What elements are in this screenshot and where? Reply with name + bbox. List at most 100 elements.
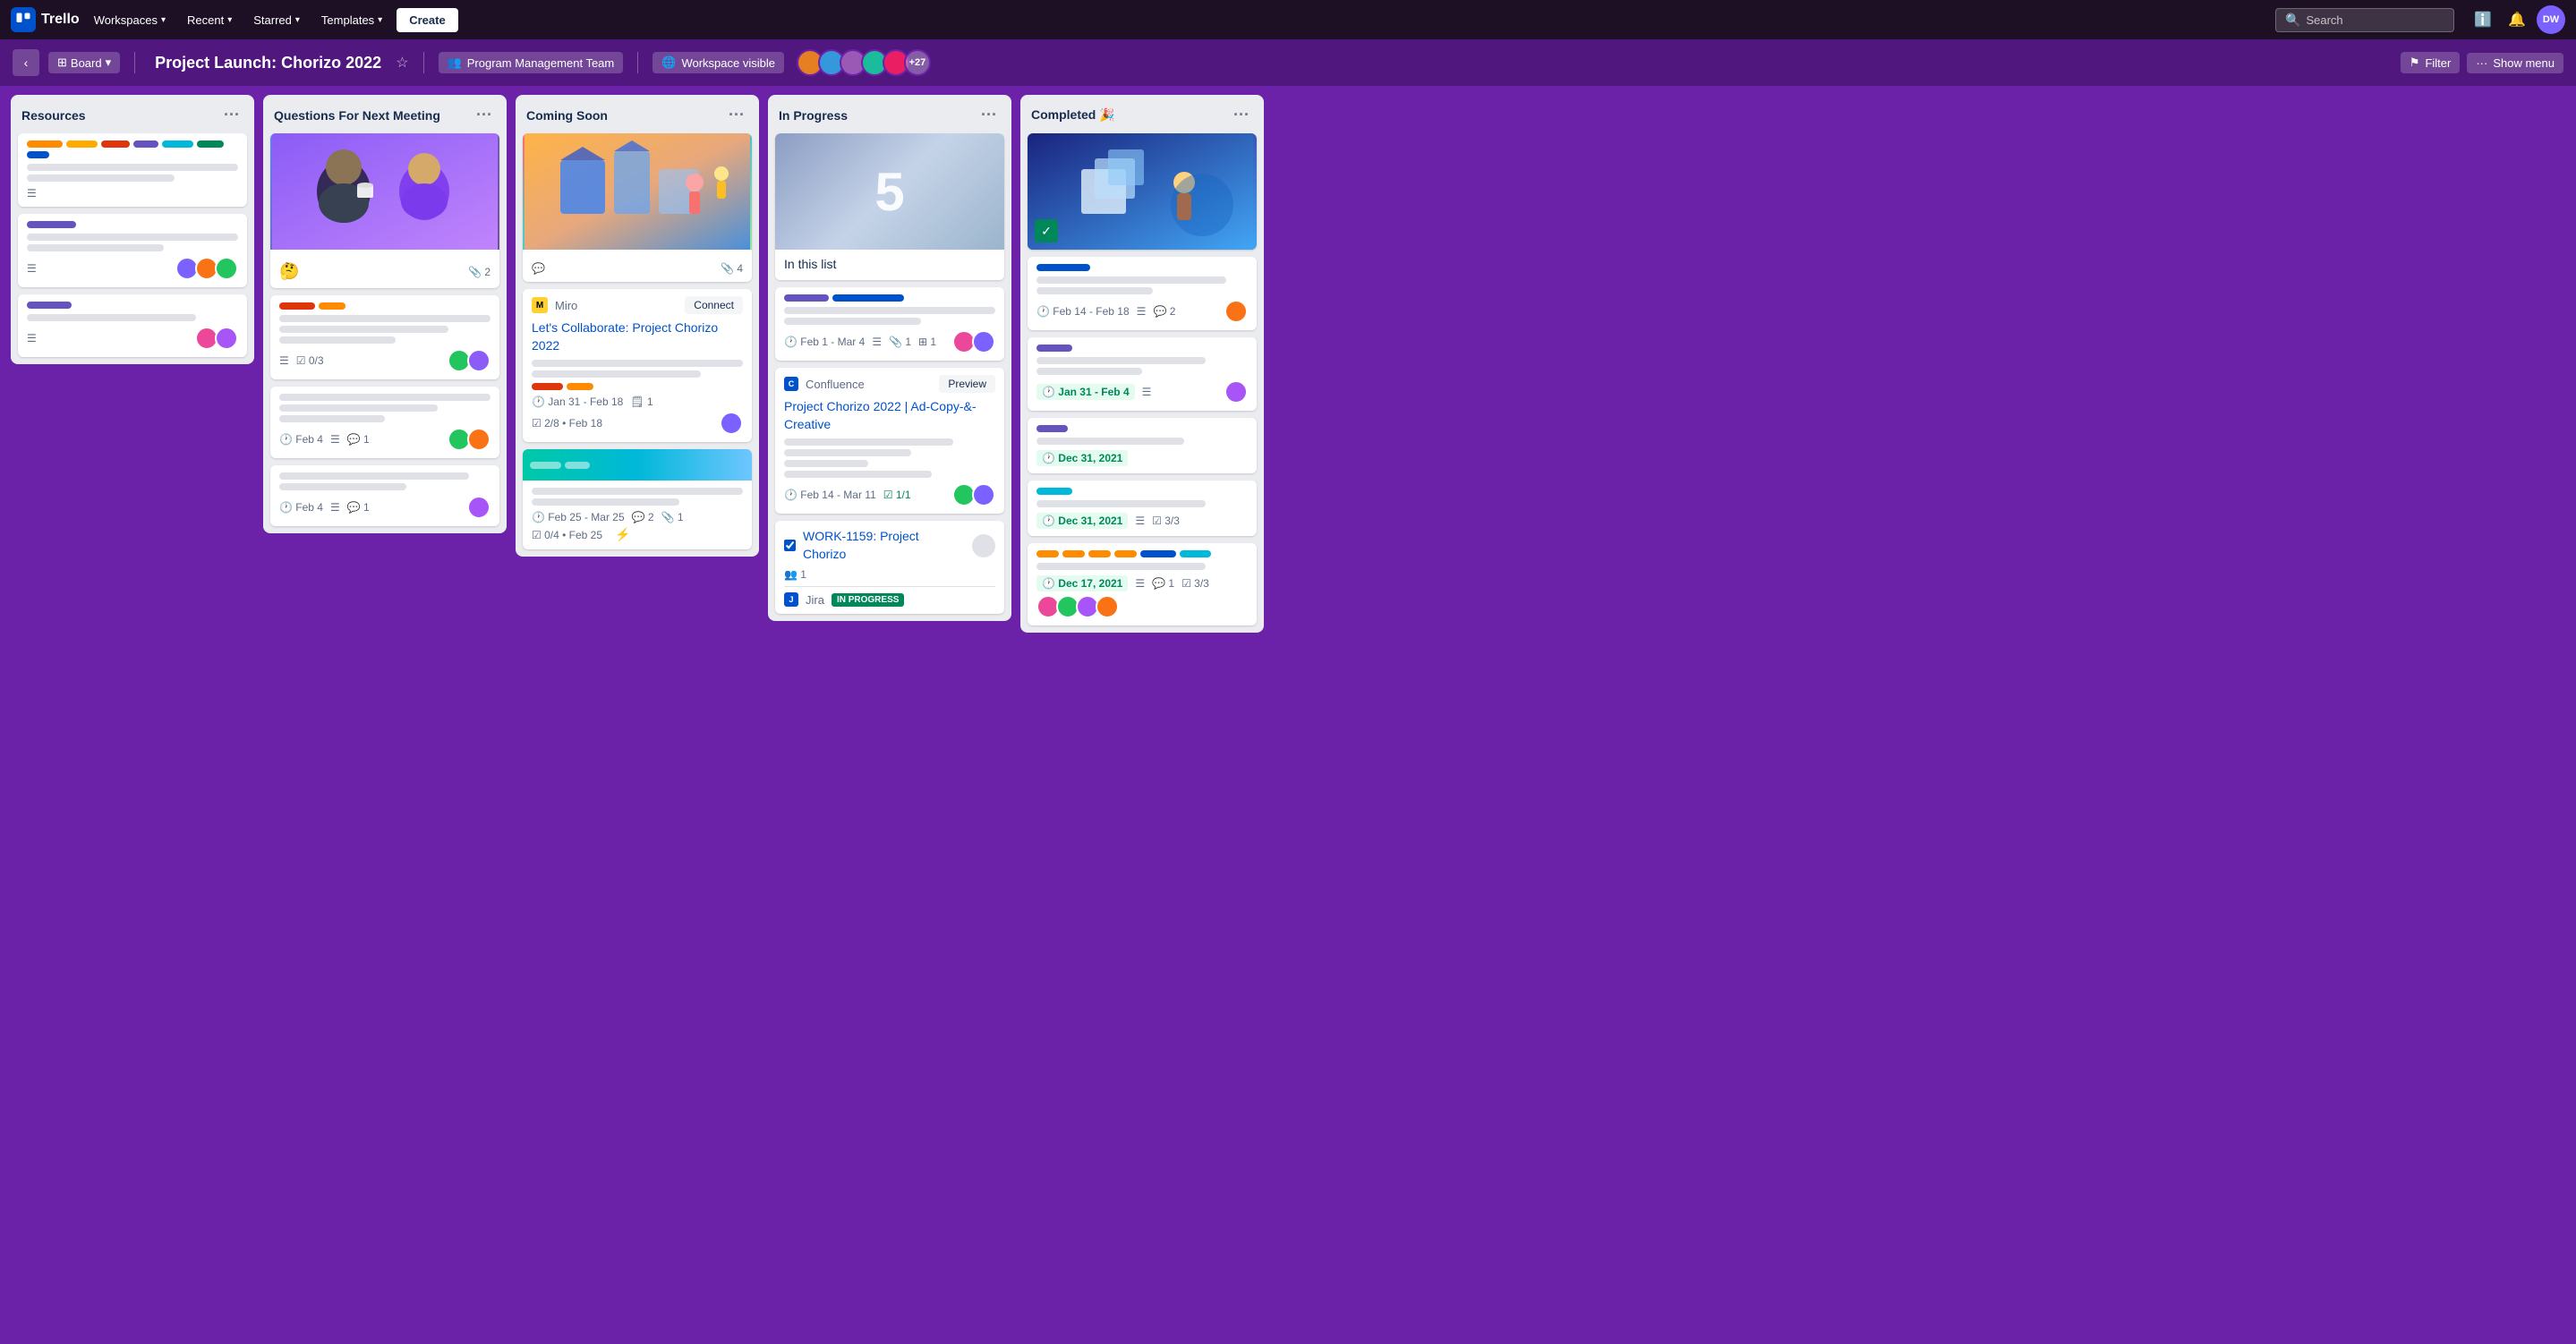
column-menu-button[interactable]: ··· xyxy=(977,104,1001,126)
board-body: Resources ··· ☰ xyxy=(0,86,2576,1344)
desc-line xyxy=(784,318,921,325)
column-cards-resources: ☰ ☰ xyxy=(11,133,254,364)
card-cs3[interactable]: 🕐 Feb 25 - Mar 25 💬 2 📎 1 ☑ 0/4 • Feb 25… xyxy=(523,449,752,549)
team-button[interactable]: 👥 Program Management Team xyxy=(439,52,624,73)
card-q2[interactable]: ☰ ☑ 0/3 xyxy=(270,295,499,379)
card-c6[interactable]: 🕐 Dec 17, 2021 ☰ 💬 1 ☑ 3/3 xyxy=(1028,543,1257,625)
card-cs2[interactable]: M Miro Connect Let's Collaborate: Projec… xyxy=(523,289,752,442)
nav-workspaces[interactable]: Workspaces ▾ xyxy=(87,10,173,30)
attachments: 📎 1 xyxy=(889,336,911,348)
card-q3[interactable]: 🕐 Feb 4 ☰ 💬 1 xyxy=(270,387,499,458)
notifications-button[interactable]: 🔔 xyxy=(2503,5,2531,34)
label xyxy=(784,294,829,302)
card-c5[interactable]: 🕐 Dec 31, 2021 ☰ ☑ 3/3 xyxy=(1028,481,1257,536)
header-divider-2 xyxy=(423,52,424,73)
workspace-icon: 🌐 xyxy=(661,55,676,70)
nav-templates[interactable]: Templates ▾ xyxy=(314,10,389,30)
label xyxy=(1036,550,1059,557)
desc-icon: ☰ xyxy=(27,187,37,200)
checklist: ☑ 3/3 xyxy=(1181,577,1209,590)
label xyxy=(1036,488,1072,495)
label xyxy=(101,140,130,148)
card-avatar xyxy=(215,257,238,280)
desc-icon: ☰ xyxy=(1137,305,1147,318)
comments: 💬 1 xyxy=(347,433,370,446)
team-icon: 👥 xyxy=(448,55,462,70)
label xyxy=(279,302,315,310)
show-menu-button[interactable]: ··· Show menu xyxy=(2467,53,2563,73)
desc-line xyxy=(784,460,868,467)
card-title: Project Chorizo 2022 | Ad-Copy-&-Creativ… xyxy=(784,398,995,433)
label xyxy=(1180,550,1211,557)
desc-line xyxy=(1036,368,1142,375)
desc-line xyxy=(532,498,679,506)
card-q1[interactable]: 🤔 📎 2 xyxy=(270,133,499,288)
desc-icon: ☰ xyxy=(330,433,340,446)
card-q4[interactable]: 🕐 Feb 4 ☰ 💬 1 xyxy=(270,465,499,526)
column-menu-button[interactable]: ··· xyxy=(473,104,496,126)
header-divider-3 xyxy=(637,52,638,73)
filter-button[interactable]: ⚑ Filter xyxy=(2401,52,2461,73)
date: 🕐 Feb 4 xyxy=(279,501,323,514)
comments: 💬 1 xyxy=(1152,577,1174,590)
card-c4[interactable]: 🕐 Dec 31, 2021 xyxy=(1028,418,1257,473)
create-button[interactable]: Create xyxy=(397,8,457,32)
user-avatar[interactable]: DW xyxy=(2537,5,2565,34)
nav-starred[interactable]: Starred ▾ xyxy=(246,10,307,30)
date-range: 🕐 Feb 14 - Feb 18 xyxy=(1036,305,1130,318)
preview-button[interactable]: Preview xyxy=(939,375,995,393)
desc-icon: ☰ xyxy=(1135,515,1145,527)
miro-logo: M xyxy=(532,297,548,313)
column-menu-button[interactable]: ··· xyxy=(220,104,243,126)
filter-icon: ⚑ xyxy=(2410,55,2420,70)
assignee-avatar xyxy=(972,534,995,557)
date-range: 🕐 Feb 1 - Mar 4 xyxy=(784,336,865,348)
search-input[interactable] xyxy=(2306,13,2431,27)
card-ip1[interactable]: 5 In this list xyxy=(775,133,1004,280)
info-button[interactable]: ℹ️ xyxy=(2469,5,2497,34)
board-view-selector[interactable]: ⊞ Board ▾ xyxy=(48,52,120,73)
card-ip3[interactable]: C Confluence Preview Project Chorizo 202… xyxy=(775,368,1004,514)
card-c1[interactable]: ✓ xyxy=(1028,133,1257,250)
column-cards-in-progress: 5 In this list 🕐 Feb 1 - Mar 4 ☰ 📎 1 xyxy=(768,133,1011,621)
attachments: 📎 2 xyxy=(468,266,490,278)
label xyxy=(532,383,563,390)
desc-icon: ☰ xyxy=(27,262,37,275)
column-menu-button[interactable]: ··· xyxy=(1230,104,1253,126)
workspace-visible-button[interactable]: 🌐 Workspace visible xyxy=(653,52,784,73)
desc-icon: ☰ xyxy=(27,332,37,345)
desc-line xyxy=(532,360,743,367)
card-c2[interactable]: 🕐 Feb 14 - Feb 18 ☰ 💬 2 xyxy=(1028,257,1257,330)
date-green: 🕐 Dec 31, 2021 xyxy=(1036,450,1128,466)
nav-recent[interactable]: Recent ▾ xyxy=(180,10,239,30)
comments: 💬 1 xyxy=(347,501,370,514)
column-title: In Progress xyxy=(779,108,848,123)
more-members[interactable]: +27 xyxy=(904,49,931,76)
column-header-completed: Completed 🎉 ··· xyxy=(1020,95,1264,133)
card-ip4[interactable]: WORK-1159: Project Chorizo 👥 1 J Jira IN… xyxy=(775,521,1004,614)
logo[interactable]: Trello xyxy=(11,7,80,32)
card-r2[interactable]: ☰ xyxy=(18,214,247,287)
card-avatar xyxy=(1224,300,1248,323)
desc-line xyxy=(1036,287,1153,294)
card-cs1[interactable]: 💬 📎 4 xyxy=(523,133,752,282)
card-r1[interactable]: ☰ xyxy=(18,133,247,207)
star-button[interactable]: ☆ xyxy=(396,54,408,72)
checkbox[interactable] xyxy=(784,540,796,551)
back-button[interactable]: ‹ xyxy=(13,49,39,76)
subtask: ☑ 0/4 • Feb 25 xyxy=(532,529,602,541)
desc-icon: ☰ xyxy=(330,501,340,514)
connect-button[interactable]: Connect xyxy=(685,296,743,314)
date-range: 🕐 Feb 25 - Mar 25 xyxy=(532,511,625,523)
date: 🕐 Feb 4 xyxy=(279,433,323,446)
column-title: Completed 🎉 xyxy=(1031,107,1115,123)
column-menu-button[interactable]: ··· xyxy=(725,104,748,126)
card-r3[interactable]: ☰ xyxy=(18,294,247,357)
card-ip2[interactable]: 🕐 Feb 1 - Mar 4 ☰ 📎 1 ⊞ 1 xyxy=(775,287,1004,361)
card-c3[interactable]: 🕐 Jan 31 - Feb 4 ☰ xyxy=(1028,337,1257,411)
label xyxy=(1140,550,1176,557)
miro-label: Miro xyxy=(555,299,577,312)
search-bar[interactable]: 🔍 xyxy=(2275,8,2454,32)
desc-line xyxy=(784,307,995,314)
column-resources: Resources ··· ☰ xyxy=(11,95,254,364)
